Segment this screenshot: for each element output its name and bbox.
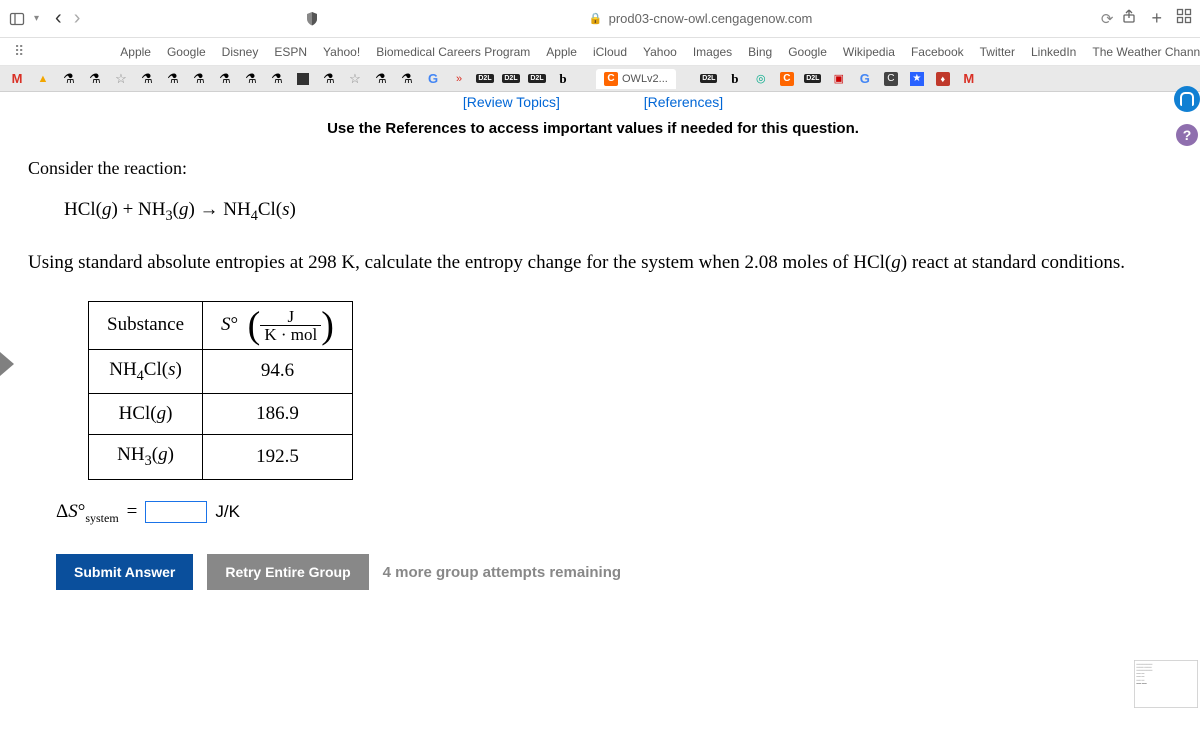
retry-button[interactable]: Retry Entire Group [207, 554, 368, 590]
page-thumbnail[interactable]: ━━━━━━━━━━━━━━━━ ━━━━━━━━━━━━━━━━━━━ ━━━… [1134, 660, 1198, 708]
tab[interactable]: ♦ [932, 69, 954, 89]
instruction-text: Use the References to access important v… [28, 120, 1158, 137]
apps-grid-icon[interactable]: ⠿ [14, 43, 24, 60]
privacy-shield-icon[interactable] [304, 11, 320, 27]
tab[interactable]: G [422, 69, 444, 89]
tab[interactable]: G [854, 69, 876, 89]
tab-strip: M ▲ G » D2L D2L D2L b COWLv2... D2L b ◎ … [0, 66, 1200, 92]
tab[interactable] [136, 69, 158, 89]
tab[interactable] [396, 69, 418, 89]
table-row: NH4Cl(s) 94.6 [89, 349, 353, 393]
left-gutter [0, 92, 18, 750]
browser-toolbar: ▾ ‹ › 🔒 prod03-cnow-owl.cengagenow.com ⟳… [0, 0, 1200, 38]
tab[interactable] [292, 69, 314, 89]
bookmark-item[interactable]: Apple [120, 45, 151, 59]
url-text: prod03-cnow-owl.cengagenow.com [609, 11, 813, 26]
attempts-remaining: 4 more group attempts remaining [383, 564, 621, 581]
reaction-equation: HCl(g) + NH3(g) → NH4Cl(s) [64, 196, 1158, 227]
tab[interactable]: ▣ [828, 69, 850, 89]
expand-arrow-icon[interactable] [0, 352, 14, 376]
tab[interactable]: M [958, 69, 980, 89]
lock-icon: 🔒 [589, 12, 603, 25]
entropy-table: Substance S° (JK · mol) NH4Cl(s) 94.6 HC… [88, 301, 353, 480]
right-gutter: ? ━━━━━━━━━━━━━━━━ ━━━━━━━━━━━━━━━━━━━ ━… [1170, 92, 1200, 750]
tab[interactable] [214, 69, 236, 89]
tab[interactable] [344, 69, 366, 89]
bookmarks-bar: ⠿ Apple Google Disney ESPN Yahoo! Biomed… [0, 38, 1200, 66]
answer-input[interactable] [145, 501, 207, 523]
tab[interactable]: D2L [526, 69, 548, 89]
tab[interactable]: » [448, 69, 470, 89]
tab[interactable]: ◎ [750, 69, 772, 89]
address-bar[interactable]: 🔒 prod03-cnow-owl.cengagenow.com [328, 11, 1073, 26]
top-links: [Review Topics] [References] [28, 92, 1158, 110]
answer-row: ΔS°system = J/K [56, 498, 1158, 527]
bookmark-item[interactable]: Biomedical Careers Program [376, 45, 530, 59]
tab[interactable]: C [880, 69, 902, 89]
sidebar-toggle-icon[interactable] [8, 10, 26, 28]
tab[interactable] [318, 69, 340, 89]
tab[interactable]: M [6, 69, 28, 89]
back-button[interactable]: ‹ [55, 7, 62, 30]
tab[interactable]: D2L [500, 69, 522, 89]
bookmark-item[interactable]: Disney [222, 45, 259, 59]
bookmark-item[interactable]: Apple [546, 45, 577, 59]
bookmark-item[interactable]: ESPN [274, 45, 307, 59]
bookmark-item[interactable]: Facebook [911, 45, 964, 59]
tab-active[interactable]: COWLv2... [596, 69, 676, 89]
bookmark-item[interactable]: Google [167, 45, 206, 59]
nav-arrows: ‹ › [55, 7, 80, 30]
submit-button[interactable]: Submit Answer [56, 554, 193, 590]
tab[interactable]: ★ [906, 69, 928, 89]
table-row: NH3(g) 192.5 [89, 435, 353, 479]
tabs-overview-icon[interactable] [1176, 8, 1192, 29]
references-link[interactable]: [References] [644, 94, 723, 110]
tab[interactable]: b [552, 69, 574, 89]
tab[interactable] [110, 69, 132, 89]
tab[interactable]: D2L [474, 69, 496, 89]
bookmark-item[interactable]: Google [788, 45, 827, 59]
tab[interactable]: C [776, 69, 798, 89]
share-icon[interactable] [1121, 8, 1137, 29]
bookmark-item[interactable]: Wikipedia [843, 45, 895, 59]
reload-button[interactable]: ⟳ [1101, 10, 1114, 28]
review-topics-link[interactable]: [Review Topics] [463, 94, 560, 110]
bookmark-item[interactable]: Twitter [980, 45, 1015, 59]
tab[interactable]: D2L [802, 69, 824, 89]
bookmark-item[interactable]: Yahoo [643, 45, 677, 59]
answer-unit: J/K [215, 499, 240, 525]
bookmark-item[interactable]: Yahoo! [323, 45, 360, 59]
table-header-substance: Substance [89, 301, 203, 349]
table-row: HCl(g) 186.9 [89, 393, 353, 435]
equals-sign: = [127, 498, 138, 527]
table-header-entropy: S° (JK · mol) [203, 301, 353, 349]
button-row: Submit Answer Retry Entire Group 4 more … [56, 554, 1158, 590]
bookmark-item[interactable]: Images [693, 45, 732, 59]
tab[interactable] [162, 69, 184, 89]
delta-s-label: ΔS°system [56, 498, 119, 527]
tab[interactable] [84, 69, 106, 89]
bookmark-item[interactable]: Bing [748, 45, 772, 59]
consider-text: Consider the reaction: [28, 155, 1158, 182]
tab[interactable] [266, 69, 288, 89]
forward-button[interactable]: › [74, 7, 81, 30]
tab[interactable]: b [724, 69, 746, 89]
tab[interactable] [370, 69, 392, 89]
tab[interactable] [58, 69, 80, 89]
bookmark-item[interactable]: iCloud [593, 45, 627, 59]
tab[interactable]: ▲ [32, 69, 54, 89]
bookmark-item[interactable]: The Weather Channel [1092, 45, 1200, 59]
tab[interactable]: D2L [698, 69, 720, 89]
question-prompt: Using standard absolute entropies at 298… [28, 249, 1158, 277]
chevron-down-icon[interactable]: ▾ [34, 13, 39, 24]
new-tab-icon[interactable]: + [1151, 8, 1162, 29]
help-icon[interactable]: ? [1176, 124, 1198, 146]
tab[interactable] [240, 69, 262, 89]
user-avatar-icon[interactable] [1174, 86, 1200, 112]
tab[interactable] [188, 69, 210, 89]
bookmark-item[interactable]: LinkedIn [1031, 45, 1076, 59]
